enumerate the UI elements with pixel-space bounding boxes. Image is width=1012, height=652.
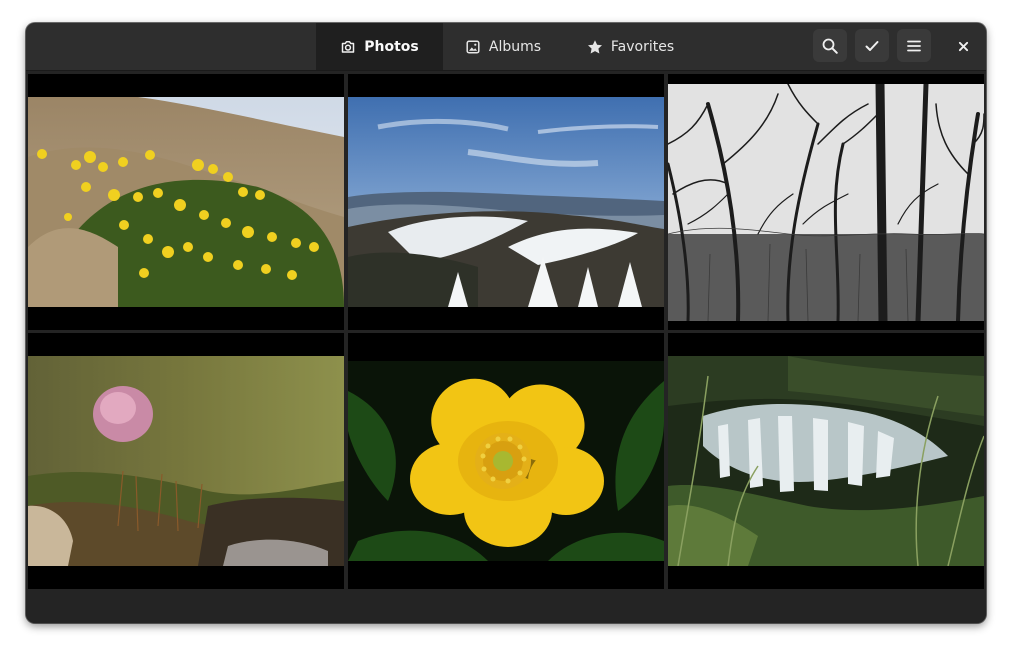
pink-flower-photo	[28, 356, 344, 566]
tab-albums-label: Albums	[489, 39, 541, 55]
hamburger-menu-icon	[905, 37, 923, 55]
photo-thumbnail-pink-flower[interactable]	[28, 333, 344, 589]
tab-photos[interactable]: Photos	[316, 23, 443, 70]
close-button[interactable]	[950, 33, 976, 59]
waterfall-photo	[668, 356, 984, 566]
tab-favorites-label: Favorites	[611, 39, 674, 55]
search-button[interactable]	[813, 29, 847, 62]
close-icon	[958, 37, 969, 56]
search-icon	[821, 37, 839, 55]
checkmark-icon	[863, 37, 881, 55]
photo-grid	[28, 74, 985, 589]
main-menu-button[interactable]	[897, 29, 931, 62]
star-icon	[587, 39, 603, 55]
bottom-bar	[26, 591, 986, 623]
photo-thumbnail-waterfall[interactable]	[668, 333, 984, 589]
view-switcher: Photos Albums Favorites	[316, 23, 698, 70]
photos-app-window: Photos Albums Favorites	[26, 23, 986, 623]
tab-photos-label: Photos	[364, 39, 419, 55]
image-icon	[465, 39, 481, 55]
photo-thumbnail-bare-trees[interactable]	[668, 74, 984, 330]
photo-thumbnail-mountains[interactable]	[348, 74, 664, 330]
photo-thumbnail-daffodils[interactable]	[28, 74, 344, 330]
tab-albums[interactable]: Albums	[443, 23, 563, 70]
camera-icon	[340, 39, 356, 55]
mountains-photo	[348, 97, 664, 307]
tab-favorites[interactable]: Favorites	[563, 23, 698, 70]
header-bar: Photos Albums Favorites	[26, 23, 986, 71]
yellow-poppy-photo	[348, 361, 664, 561]
bare-trees-photo	[668, 84, 984, 321]
daffodils-photo	[28, 97, 344, 307]
photo-thumbnail-yellow-poppy[interactable]	[348, 333, 664, 589]
select-button[interactable]	[855, 29, 889, 62]
